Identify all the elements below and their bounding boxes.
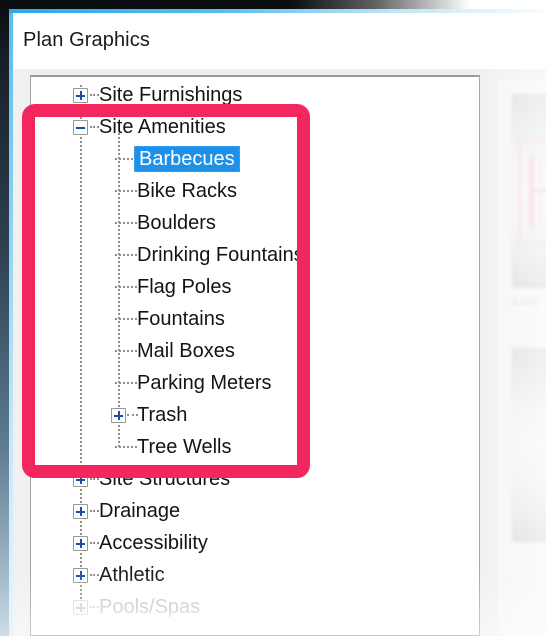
preview-caption: AME xyxy=(511,294,541,309)
tree-connector xyxy=(115,254,137,257)
category-tree[interactable]: Site Furnishings Site Amenities Barbecues B… xyxy=(31,79,479,623)
expand-icon[interactable] xyxy=(73,600,88,615)
tree-row[interactable]: Site Structures xyxy=(31,463,479,495)
preview-item[interactable] xyxy=(511,347,546,548)
preview-thumbnail xyxy=(511,347,546,543)
page-title: Plan Graphics xyxy=(23,29,150,51)
expand-icon[interactable] xyxy=(111,408,126,423)
tree-row[interactable]: Drinking Fountains xyxy=(31,239,479,271)
tree-row[interactable]: Athletic xyxy=(31,559,479,591)
tree-connector xyxy=(115,318,137,321)
tree-connector xyxy=(115,222,137,225)
expand-icon[interactable] xyxy=(73,504,88,519)
tree-row-label: Drainage xyxy=(99,500,181,522)
window-titlebar-edge xyxy=(0,0,470,9)
tree-connector xyxy=(90,478,99,481)
tree-row-label-selected[interactable]: Barbecues xyxy=(134,146,240,172)
expand-icon[interactable] xyxy=(73,536,88,551)
tree-connector xyxy=(115,382,137,385)
tree-connector xyxy=(90,606,99,609)
tree-row[interactable]: Accessibility xyxy=(31,527,479,559)
tree-row[interactable]: Boulders xyxy=(31,207,479,239)
tree-row[interactable]: Tree Wells xyxy=(31,431,479,463)
tree-row[interactable]: Parking Meters xyxy=(31,367,479,399)
tree-row[interactable]: Site Furnishings xyxy=(31,79,479,111)
expand-icon[interactable] xyxy=(73,472,88,487)
tree-connector xyxy=(115,286,137,289)
tree-connector xyxy=(115,350,137,353)
category-tree-panel[interactable]: Site Furnishings Site Amenities Barbecues B… xyxy=(30,75,480,636)
tree-row-label: Parking Meters xyxy=(137,372,272,394)
tree-row-label: Accessibility xyxy=(99,532,208,554)
tree-row-label: Site Structures xyxy=(99,468,231,490)
tree-row-label: Flag Poles xyxy=(137,276,232,298)
tree-row[interactable]: Fountains xyxy=(31,303,479,335)
tree-connector xyxy=(115,446,137,449)
tree-row-label: Pools/Spas xyxy=(99,596,201,618)
tree-row[interactable]: Site Amenities xyxy=(31,111,479,143)
tree-connector xyxy=(90,94,99,97)
symbol-preview-panel[interactable]: AME xyxy=(496,78,546,636)
tree-row-label: Drinking Fountains xyxy=(137,244,304,266)
tree-connector xyxy=(90,510,99,513)
tree-row[interactable]: Mail Boxes xyxy=(31,335,479,367)
tree-row-label: Site Furnishings xyxy=(99,84,243,106)
tree-row[interactable]: Trash xyxy=(31,399,479,431)
tree-row-label: Site Amenities xyxy=(99,116,226,138)
tree-connector xyxy=(115,190,137,193)
expand-icon[interactable] xyxy=(73,568,88,583)
preview-item[interactable]: AME xyxy=(511,93,546,309)
tree-row-label: Boulders xyxy=(137,212,216,234)
screenshot-root: Plan Graphics Site Furnishings Site Ameni… xyxy=(0,0,546,636)
tree-row-label: Athletic xyxy=(99,564,165,586)
tree-connector xyxy=(90,574,99,577)
tree-row[interactable]: Barbecues xyxy=(31,143,479,175)
tree-row[interactable]: Drainage xyxy=(31,495,479,527)
expand-icon[interactable] xyxy=(73,88,88,103)
tree-row-label: Bike Racks xyxy=(137,180,238,202)
tree-connector xyxy=(90,542,99,545)
tree-connector xyxy=(90,126,99,129)
tree-row[interactable]: Pools/Spas xyxy=(31,591,479,623)
amenity-symbol-icon xyxy=(519,140,546,244)
tree-row-label: Mail Boxes xyxy=(137,340,235,362)
tree-row[interactable]: Bike Racks xyxy=(31,175,479,207)
window-left-edge xyxy=(0,0,9,636)
tree-row[interactable]: Flag Poles xyxy=(31,271,479,303)
preview-thumbnail xyxy=(511,93,546,289)
collapse-icon[interactable] xyxy=(73,120,88,135)
tree-row-label: Tree Wells xyxy=(137,436,232,458)
tree-row-label: Trash xyxy=(137,404,188,426)
tree-row-label: Fountains xyxy=(137,308,225,330)
